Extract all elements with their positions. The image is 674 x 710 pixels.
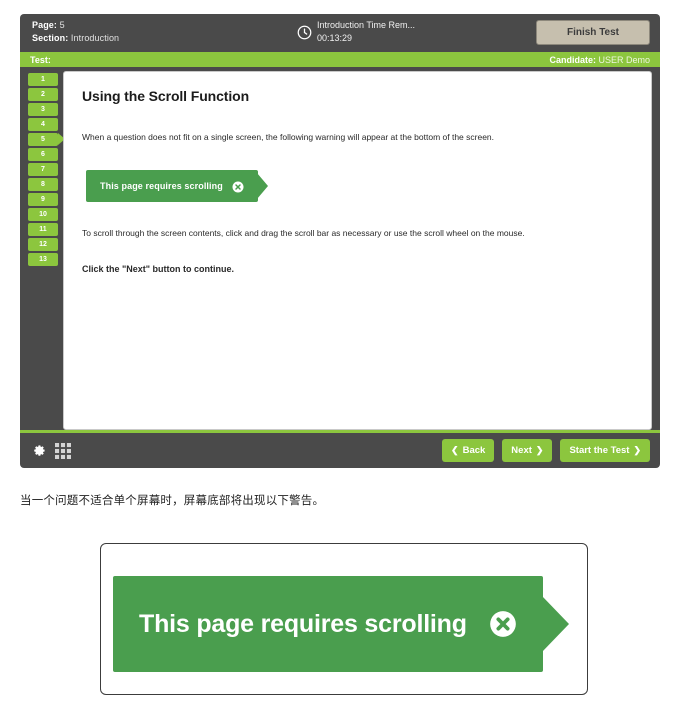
- timer-text: Introduction Time Rem... 00:13:29: [317, 19, 415, 45]
- exam-application-window: Page: 5 Section: Introduction Introducti…: [20, 14, 660, 468]
- scroll-warning-text: This page requires scrolling: [100, 181, 223, 191]
- detail-banner-wrap: This page requires scrolling: [113, 576, 569, 672]
- scroll-instructions-paragraph: To scroll through the screen contents, c…: [82, 228, 525, 238]
- question-content-panel: Using the Scroll Function When a questio…: [63, 71, 652, 430]
- timer-value: 00:13:29: [317, 33, 353, 43]
- detail-banner-arrow-tail: [541, 596, 569, 652]
- chevron-right-icon: ❯: [535, 445, 544, 455]
- scroll-warning-banner[interactable]: This page requires scrolling: [86, 170, 258, 202]
- candidate-group: Candidate: USER Demo: [549, 55, 650, 65]
- nav-page-item-9[interactable]: 9: [28, 193, 58, 206]
- detail-scroll-warning-banner[interactable]: This page requires scrolling: [113, 576, 543, 672]
- banner-arrow-tail: [256, 173, 268, 199]
- chevron-right-icon-2: ❯: [633, 445, 641, 455]
- close-circle-icon[interactable]: [232, 180, 244, 193]
- section-label: Section:: [32, 33, 69, 43]
- app-footer-bar: ❮ Back Next ❯ Start the Test ❯: [20, 433, 660, 468]
- nav-page-item-11[interactable]: 11: [28, 223, 58, 236]
- exam-body: 1 2 3 4 5 6 7 8 9 10 11 12 13 Using the Scroll Funct…: [20, 67, 660, 430]
- chinese-caption: 当一个问题不适合单个屏幕时，屏幕底部将出现以下警告。: [20, 493, 325, 507]
- nav-page-item-3[interactable]: 3: [28, 103, 58, 116]
- timer-block: Introduction Time Rem... 00:13:29: [297, 19, 415, 45]
- nav-page-item-6[interactable]: 6: [28, 148, 58, 161]
- page-label: Page:: [32, 20, 58, 30]
- detail-callout-card: This page requires scrolling: [100, 543, 588, 695]
- nav-page-item-7[interactable]: 7: [28, 163, 58, 176]
- page-navigation-rail: 1 2 3 4 5 6 7 8 9 10 11 12 13: [28, 71, 65, 430]
- test-name-group: Test:: [30, 55, 51, 65]
- nav-page-item-1[interactable]: 1: [28, 73, 58, 86]
- nav-page-item-2[interactable]: 2: [28, 88, 58, 101]
- nav-page-item-10[interactable]: 10: [28, 208, 58, 221]
- app-header-bar: Page: 5 Section: Introduction Introducti…: [20, 14, 660, 52]
- nav-page-item-8[interactable]: 8: [28, 178, 58, 191]
- page-title: Using the Scroll Function: [82, 88, 250, 104]
- scroll-warning-banner-wrap: This page requires scrolling: [86, 170, 268, 202]
- start-test-button-label: Start the Test: [569, 445, 630, 456]
- finish-test-button[interactable]: Finish Test: [536, 20, 650, 45]
- back-button[interactable]: ❮ Back: [442, 439, 495, 462]
- test-label: Test:: [30, 54, 51, 65]
- page-info-line: Page: 5: [32, 19, 119, 32]
- next-button[interactable]: Next ❯: [502, 439, 553, 462]
- section-info-line: Section: Introduction: [32, 32, 119, 45]
- candidate-label: Candidate:: [549, 54, 596, 65]
- next-instruction-paragraph: Click the "Next" button to continue.: [82, 264, 235, 274]
- section-value: Introduction: [70, 33, 120, 43]
- timer-title: Introduction Time Rem...: [317, 20, 416, 30]
- candidate-value: USER Demo: [598, 54, 650, 65]
- start-test-button[interactable]: Start the Test ❯: [560, 439, 650, 462]
- clock-icon: [297, 25, 312, 40]
- intro-paragraph: When a question does not fit on a single…: [82, 132, 495, 142]
- back-button-label: Back: [462, 445, 486, 456]
- gear-icon[interactable]: [30, 442, 47, 459]
- grid-menu-icon[interactable]: [55, 442, 71, 459]
- close-circle-icon[interactable]: [489, 610, 517, 638]
- detail-banner-text: This page requires scrolling: [139, 609, 467, 638]
- test-candidate-bar: Test: Candidate: USER Demo: [20, 52, 660, 67]
- nav-page-item-5[interactable]: 5: [28, 133, 65, 146]
- nav-page-item-12[interactable]: 12: [28, 238, 58, 251]
- chevron-left-icon: ❮: [451, 445, 459, 455]
- page-value: 5: [59, 20, 65, 30]
- next-button-label: Next: [511, 445, 532, 456]
- nav-page-item-4[interactable]: 4: [28, 118, 58, 131]
- page-section-info: Page: 5 Section: Introduction: [32, 19, 119, 45]
- nav-page-item-13[interactable]: 13: [28, 253, 58, 266]
